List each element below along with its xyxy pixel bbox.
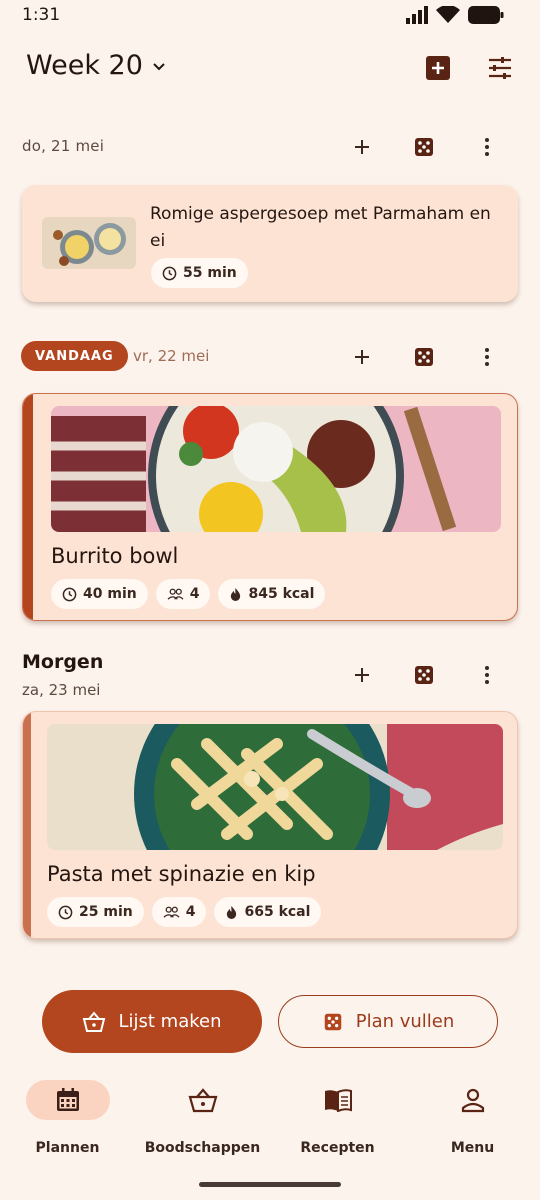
today-stripe xyxy=(23,394,33,620)
meal-card-soup[interactable]: Romige aspergesoep met Parmaham en ei 55… xyxy=(22,185,518,302)
add-button[interactable] xyxy=(350,345,374,369)
clock-icon xyxy=(58,905,73,919)
dice-icon xyxy=(324,1013,341,1030)
more-vert-icon xyxy=(485,348,489,366)
tune-icon xyxy=(489,57,511,79)
servings: 4 xyxy=(185,904,196,920)
filter-button[interactable] xyxy=(486,54,514,82)
meal-thumbnail xyxy=(42,217,136,269)
meal-title: Burrito bowl xyxy=(51,544,179,568)
book-icon xyxy=(324,1089,352,1112)
servings-badge: 4 xyxy=(155,579,211,609)
fill-plan-button[interactable]: Plan vullen xyxy=(278,995,498,1048)
add-meal-button[interactable] xyxy=(424,54,452,82)
clock-icon xyxy=(62,587,77,601)
randomize-button[interactable] xyxy=(412,663,436,687)
meal-photo xyxy=(51,406,501,532)
clock-icon xyxy=(162,266,177,280)
calories: 665 kcal xyxy=(244,904,311,920)
plus-icon xyxy=(355,668,369,682)
nav-label: Menu xyxy=(450,1140,495,1156)
calendar-icon xyxy=(56,1088,79,1111)
wifi-icon xyxy=(436,6,460,23)
calories: 845 kcal xyxy=(248,586,315,602)
nav-item-menu[interactable]: Menu xyxy=(405,1078,540,1158)
basket-icon xyxy=(83,1010,106,1032)
fill-plan-label: Plan vullen xyxy=(355,1011,455,1032)
plus-icon xyxy=(355,140,369,154)
flame-icon xyxy=(227,905,237,919)
status-icons xyxy=(406,6,504,24)
day-date: za, 23 mei xyxy=(22,681,101,699)
meal-stats: 25 min 4 665 kcal xyxy=(47,897,322,927)
more-button[interactable] xyxy=(475,663,499,687)
dice-icon xyxy=(415,348,433,366)
day-date: do, 21 mei xyxy=(22,137,105,155)
today-badge: VANDAAG xyxy=(21,341,128,371)
nav-label: Recepten xyxy=(300,1140,375,1156)
add-button[interactable] xyxy=(350,135,374,159)
more-button[interactable] xyxy=(475,345,499,369)
meal-title: Romige aspergesoep met Parmaham en ei xyxy=(150,204,491,251)
day-row-thursday: do, 21 mei xyxy=(0,127,540,167)
day-date: vr, 22 mei xyxy=(133,347,210,365)
chevron-down-icon xyxy=(153,62,165,70)
nav-label: Plannen xyxy=(35,1140,100,1156)
status-time: 1:31 xyxy=(22,5,61,25)
battery-icon xyxy=(468,6,504,24)
people-icon xyxy=(163,906,180,918)
more-vert-icon xyxy=(485,666,489,684)
flame-icon xyxy=(231,587,241,601)
dice-icon xyxy=(415,138,433,156)
people-icon xyxy=(167,588,184,600)
nav-item-boodschappen[interactable]: Boodschappen xyxy=(135,1078,270,1158)
meal-title: Pasta met spinazie en kip xyxy=(47,862,316,886)
meal-card-burrito[interactable]: Burrito bowl 40 min 4 845 kcal xyxy=(22,393,518,621)
make-list-button[interactable]: Lijst maken xyxy=(42,990,262,1053)
home-indicator xyxy=(199,1182,341,1187)
randomize-button[interactable] xyxy=(412,345,436,369)
cook-time-badge: 40 min xyxy=(51,579,148,609)
meal-photo xyxy=(47,724,503,850)
cook-time-badge: 55 min xyxy=(151,258,248,288)
tomorrow-stripe xyxy=(23,712,31,938)
meal-stats: 40 min 4 845 kcal xyxy=(51,579,326,609)
cook-time: 40 min xyxy=(83,586,137,602)
day-label: Morgen xyxy=(22,651,104,673)
day-row-saturday: Morgen za, 23 mei xyxy=(0,651,540,703)
cook-time-badge: 25 min xyxy=(47,897,144,927)
week-selector[interactable]: Week 20 xyxy=(26,50,167,81)
more-button[interactable] xyxy=(475,135,499,159)
signal-icon xyxy=(406,6,428,24)
nav-item-recepten[interactable]: Recepten xyxy=(270,1078,405,1158)
add-button[interactable] xyxy=(350,663,374,687)
week-title: Week 20 xyxy=(26,50,143,81)
basket-icon xyxy=(188,1088,217,1113)
calories-badge: 845 kcal xyxy=(218,579,326,609)
app-header: Week 20 xyxy=(0,40,540,96)
cook-time: 25 min xyxy=(79,904,133,920)
meal-card-pasta[interactable]: Pasta met spinazie en kip 25 min 4 665 k… xyxy=(22,711,518,939)
calories-badge: 665 kcal xyxy=(214,897,322,927)
plus-icon xyxy=(355,350,369,364)
more-vert-icon xyxy=(485,138,489,156)
status-bar: 1:31 xyxy=(0,0,540,34)
dice-icon xyxy=(415,666,433,684)
servings-badge: 4 xyxy=(151,897,207,927)
make-list-label: Lijst maken xyxy=(118,1011,222,1032)
day-row-friday: VANDAAG vr, 22 mei xyxy=(0,337,540,377)
person-icon xyxy=(461,1088,484,1113)
bottom-nav: Plannen Boodschappen Recepten Menu xyxy=(0,1068,540,1168)
nav-label: Boodschappen xyxy=(144,1140,261,1156)
nav-item-plannen[interactable]: Plannen xyxy=(0,1078,135,1158)
servings: 4 xyxy=(189,586,200,602)
cook-time: 55 min xyxy=(183,265,237,281)
randomize-button[interactable] xyxy=(412,135,436,159)
add-box-icon xyxy=(426,56,450,80)
